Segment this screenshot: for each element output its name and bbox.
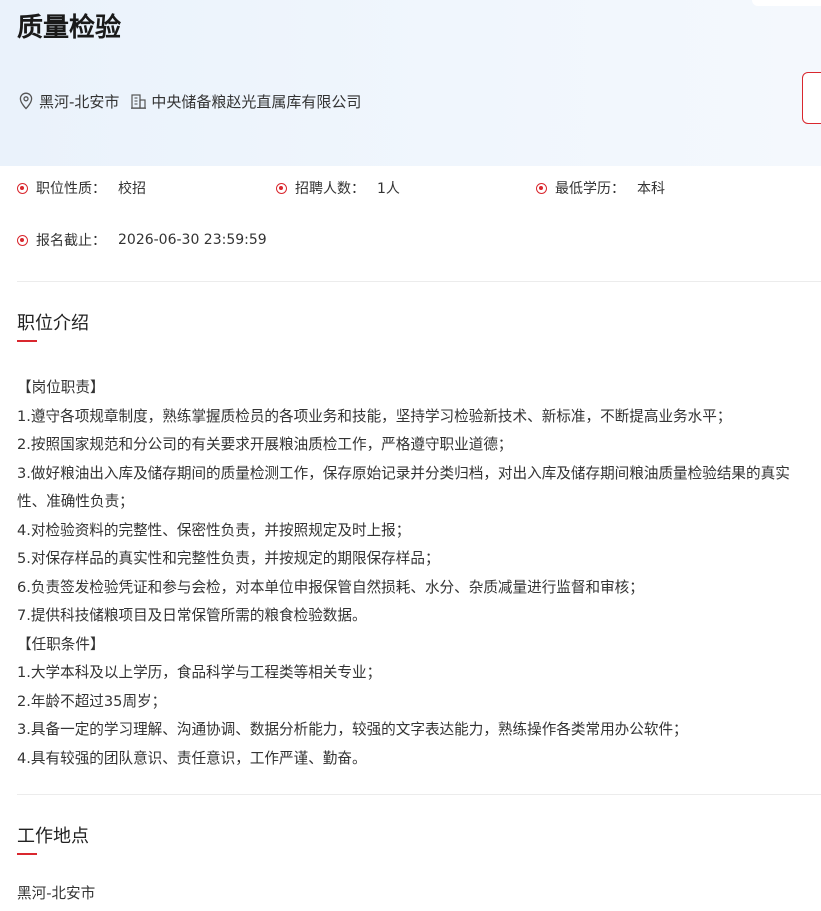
radio-dot-icon: [276, 182, 287, 194]
attr-headcount: 招聘人数： 1人: [276, 176, 400, 200]
desc-line: 4.具有较强的团队意识、责任意识，工作严谨、勤奋。: [17, 749, 367, 767]
attr-label: 最低学历：: [555, 181, 625, 197]
location-pin-icon: [17, 92, 35, 110]
job-meta-row: 黑河-北安市 中央储备粮赵光直属库有限公司: [17, 90, 361, 112]
attr-label: 招聘人数：: [295, 181, 365, 197]
job-title: 质量检验: [17, 13, 122, 43]
attr-value: 2026-06-30 23:59:59: [118, 232, 267, 248]
desc-line: 2.按照国家规范和分公司的有关要求开展粮油质检工作，严格遵守职业道德；: [17, 436, 513, 453]
job-location[interactable]: 黑河-北安市: [39, 91, 119, 112]
attr-job-type: 职位性质： 校招: [17, 176, 146, 200]
desc-line: 【岗位职责】: [17, 379, 105, 396]
radio-dot-icon: [17, 234, 28, 246]
attr-value: 1人: [377, 181, 400, 197]
desc-line: 5.对保存样品的真实性和完整性负责，并按规定的期限保存样品；: [17, 550, 440, 567]
top-floating-card: [752, 0, 821, 6]
divider: [17, 794, 821, 795]
desc-line: 4.对检验资料的完整性、保密性负责，并按照规定及时上报；: [17, 521, 411, 539]
building-icon: [129, 92, 147, 110]
desc-line: 【任职条件】: [17, 635, 105, 653]
desc-line: 7.提供科技储粮项目及日常保管所需的粮食检验数据。: [17, 607, 367, 624]
desc-line: 6.负责签发检验凭证和参与会检，对本单位申报保管自然损耗、水分、杂质减量进行监督…: [17, 578, 644, 596]
work-location: 黑河-北安市: [17, 885, 96, 902]
desc-line: 2.年龄不超过35周岁；: [17, 692, 167, 710]
attr-label: 报名截止：: [36, 233, 106, 249]
apply-button[interactable]: [802, 72, 821, 124]
section-title-intro: 职位介绍: [17, 313, 89, 334]
radio-dot-icon: [536, 182, 547, 194]
attr-value: 本科: [637, 181, 665, 197]
divider: [17, 281, 821, 282]
job-description: 【岗位职责】 1.遵守各项规章制度，熟练掌握质检员的各项业务和技能，坚持学习检验…: [17, 374, 817, 773]
radio-dot-icon: [17, 182, 28, 194]
attr-deadline: 报名截止： 2026-06-30 23:59:59: [17, 228, 267, 252]
desc-line: 1.大学本科及以上学历，食品科学与工程类等相关专业；: [17, 664, 382, 681]
desc-line: 1.遵守各项规章制度，熟练掌握质检员的各项业务和技能，坚持学习检验新技术、新标准…: [17, 407, 732, 425]
company-name[interactable]: 中央储备粮赵光直属库有限公司: [151, 91, 361, 112]
attr-label: 职位性质：: [36, 181, 106, 197]
job-header-banner: 质量检验 黑河-北安市 中央储备粮赵光直属库有限公司: [0, 0, 821, 166]
desc-line: 3.具备一定的学习理解、沟通协调、数据分析能力，较强的文字表达能力，熟练操作各类…: [17, 721, 688, 738]
section-underline: [17, 340, 37, 342]
desc-line: 3.做好粮油出入库及储存期间的质量检测工作，保存原始记录并分类归档，对出入库及储…: [17, 464, 790, 511]
attr-education: 最低学历： 本科: [536, 176, 665, 200]
section-title-location: 工作地点: [17, 826, 89, 847]
section-underline: [17, 853, 37, 855]
attr-value: 校招: [118, 181, 146, 197]
job-detail-page: 质量检验 黑河-北安市 中央储备粮赵光直属库有限公司 职位性质： 校招 招聘人数…: [0, 0, 821, 911]
